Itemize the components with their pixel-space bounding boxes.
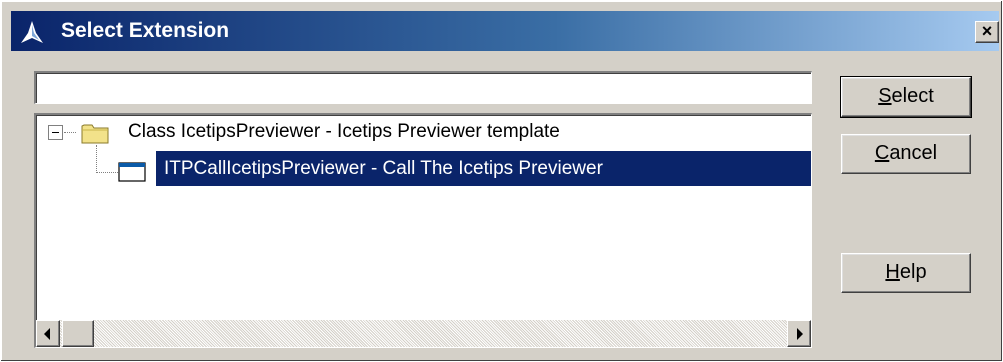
tree-node-class[interactable]: Class IcetipsPreviewer - Icetips Preview…: [128, 121, 560, 143]
window-icon: [118, 162, 146, 182]
select-button[interactable]: Select: [840, 76, 972, 118]
filter-input[interactable]: [34, 71, 812, 104]
tree-connector: [96, 172, 118, 173]
select-extension-dialog: Select Extension × Class IcetipsPreviewe…: [0, 0, 1003, 362]
help-button[interactable]: Help: [841, 253, 971, 293]
title-bar[interactable]: Select Extension ×: [11, 11, 999, 51]
cancel-button[interactable]: Cancel: [841, 134, 971, 174]
tree-node-label: ITPCallIcetipsPreviewer - Call The Iceti…: [164, 158, 603, 179]
tree-connector: [64, 132, 76, 133]
dialog-title: Select Extension: [61, 19, 230, 42]
tree-connector: [96, 145, 97, 173]
arrow-left-icon: [44, 328, 50, 340]
horizontal-scrollbar[interactable]: [36, 320, 811, 347]
scroll-left-button[interactable]: [36, 320, 60, 347]
folder-icon: [81, 124, 109, 144]
scroll-thumb[interactable]: [62, 320, 94, 347]
extension-tree[interactable]: Class IcetipsPreviewer - Icetips Preview…: [34, 113, 812, 348]
close-button[interactable]: ×: [975, 21, 999, 43]
arrow-right-icon: [797, 328, 803, 340]
collapse-toggle-icon[interactable]: [48, 125, 63, 140]
app-logo-icon: [21, 21, 43, 43]
tree-node-selected[interactable]: ITPCallIcetipsPreviewer - Call The Iceti…: [156, 151, 811, 186]
scroll-right-button[interactable]: [787, 320, 811, 347]
